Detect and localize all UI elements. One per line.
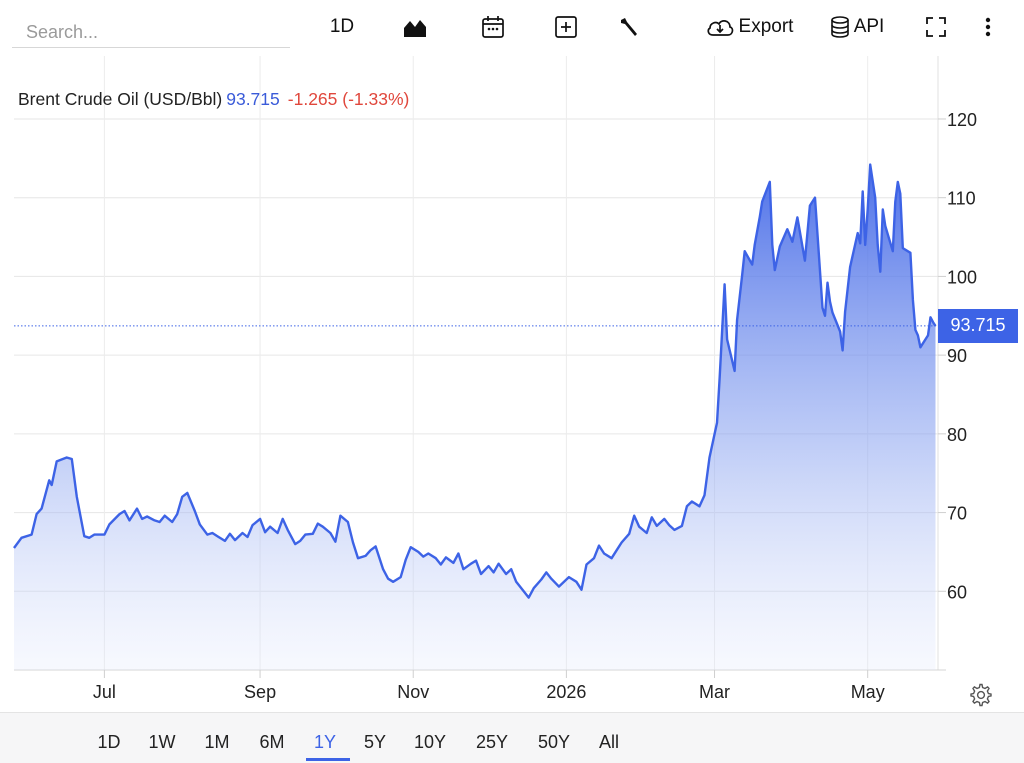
active-range-underline bbox=[306, 758, 350, 761]
range-button-25y[interactable]: 25Y bbox=[472, 732, 512, 753]
fullscreen-button[interactable] bbox=[920, 12, 952, 42]
y-tick-label: 110 bbox=[947, 189, 976, 209]
interval-button[interactable]: 1D bbox=[326, 12, 358, 42]
interval-label: 1D bbox=[329, 16, 355, 37]
range-button-6m[interactable]: 6M bbox=[254, 732, 290, 753]
range-button-1w[interactable]: 1W bbox=[146, 732, 178, 753]
toolbar: 1D Export API bbox=[0, 0, 1024, 56]
more-options-button[interactable] bbox=[976, 12, 1000, 42]
x-tick-label: May bbox=[851, 682, 885, 702]
chart-settings-button[interactable] bbox=[969, 683, 993, 707]
instrument-price: 93.715 bbox=[226, 89, 280, 109]
x-tick-label: Sep bbox=[244, 682, 276, 702]
api-label: API bbox=[853, 16, 885, 37]
y-tick-label: 100 bbox=[947, 267, 977, 287]
range-button-5y[interactable]: 5Y bbox=[360, 732, 390, 753]
x-tick-label: Mar bbox=[699, 682, 730, 702]
range-selector: 1D 1W 1M 6M 1Y 5Y 10Y 25Y 50Y All bbox=[0, 712, 1024, 763]
y-tick-label: 70 bbox=[947, 504, 967, 524]
x-tick-label: Jul bbox=[93, 682, 116, 702]
x-tick-label: 2026 bbox=[546, 682, 586, 702]
range-button-1y[interactable]: 1Y bbox=[310, 732, 340, 753]
y-tick-label: 90 bbox=[947, 346, 967, 366]
y-tick-label: 60 bbox=[947, 582, 967, 602]
export-button[interactable]: Export bbox=[698, 12, 800, 42]
export-label: Export bbox=[738, 16, 794, 37]
date-range-button[interactable] bbox=[476, 12, 510, 42]
area-chart-icon bbox=[401, 15, 429, 39]
range-button-50y[interactable]: 50Y bbox=[534, 732, 574, 753]
gear-icon bbox=[969, 683, 993, 711]
price-chart: 60 70 80 90 100 110 120 Jul Sep Nov 2026 Mar May bbox=[13, 56, 977, 702]
range-button-1d[interactable]: 1D bbox=[94, 732, 124, 753]
chart-type-button[interactable] bbox=[398, 12, 432, 42]
y-tick-label: 80 bbox=[947, 425, 967, 445]
more-vertical-icon bbox=[984, 15, 992, 39]
range-button-10y[interactable]: 10Y bbox=[410, 732, 450, 753]
instrument-change: -1.265 (-1.33%) bbox=[287, 89, 410, 109]
calendar-icon bbox=[480, 14, 506, 40]
x-tick-label: Nov bbox=[397, 682, 429, 702]
x-axis: Jul Sep Nov 2026 Mar May bbox=[93, 670, 885, 702]
range-button-1m[interactable]: 1M bbox=[200, 732, 234, 753]
cloud-download-icon bbox=[705, 16, 735, 38]
plus-box-icon bbox=[553, 14, 579, 40]
y-axis: 60 70 80 90 100 110 120 bbox=[938, 110, 977, 602]
y-tick-label: 120 bbox=[947, 110, 977, 130]
compare-button[interactable] bbox=[550, 12, 582, 42]
wrench-icon bbox=[616, 14, 642, 40]
search-input[interactable] bbox=[12, 10, 290, 48]
expand-icon bbox=[924, 15, 948, 39]
api-button[interactable]: API bbox=[826, 12, 888, 42]
database-icon bbox=[830, 15, 850, 39]
tools-button[interactable] bbox=[614, 12, 644, 42]
range-button-all[interactable]: All bbox=[596, 732, 622, 753]
instrument-name: Brent Crude Oil (USD/Bbl) bbox=[18, 89, 223, 109]
series-area bbox=[14, 164, 936, 670]
last-price-label: 93.715 bbox=[938, 308, 1018, 343]
quote-header: Brent Crude Oil (USD/Bbl) 93.715 -1.265 (-… bbox=[18, 89, 409, 110]
